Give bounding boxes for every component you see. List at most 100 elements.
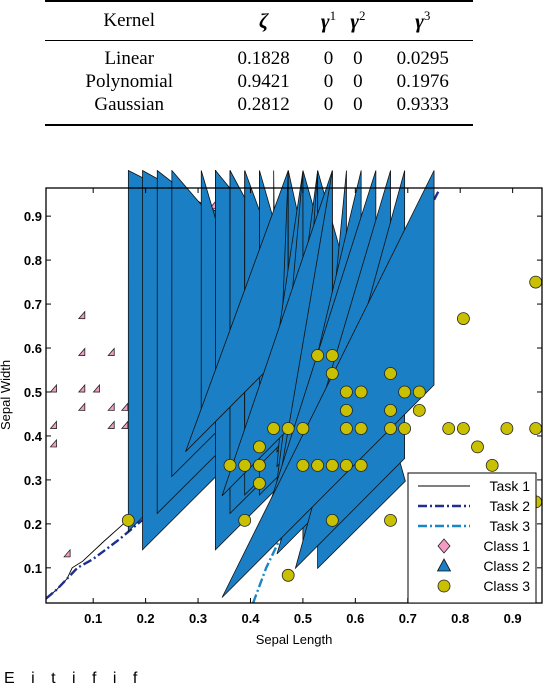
point-class-1 [107, 347, 115, 356]
point-class-3 [500, 422, 514, 435]
legend-label-task-3: Task 3 [490, 518, 531, 534]
header-kernel: Kernel [103, 10, 156, 31]
point-class-3 [311, 458, 325, 472]
header-zeta: ζ [259, 8, 269, 33]
table-header-row: Kernel ζ γ1 γ2 γ3 [45, 1, 473, 41]
point-class-1 [63, 548, 71, 558]
header-gamma-2-sup: 2 [358, 8, 366, 23]
y-tick-label: 0.7 [24, 297, 42, 312]
point-class-3 [281, 568, 295, 582]
cell-zeta: 0.1828 [237, 48, 290, 69]
point-class-1 [49, 420, 57, 429]
point-class-3 [325, 458, 339, 472]
plot-area: 0.1 0.2 0.3 0.4 0.5 0.6 0.7 0.8 0.9 0.1 0.2 0.3 0.4 0… [24, 170, 543, 626]
point-class-3 [238, 458, 252, 472]
y-tick-label: 0.3 [24, 473, 42, 488]
x-tick-label: 0.5 [294, 611, 312, 626]
point-class-3 [384, 367, 397, 380]
legend-label-task-2: Task 2 [490, 498, 531, 514]
header-gamma-1-sup: 1 [329, 8, 337, 23]
point-class-1 [49, 438, 57, 448]
caption-fragment: E i t i f i f [4, 670, 144, 684]
point-class-3 [412, 403, 426, 417]
point-class-3 [339, 422, 353, 435]
point-class-3 [354, 385, 368, 399]
y-tick-label: 0.1 [24, 561, 42, 576]
point-class-3 [296, 422, 310, 435]
point-class-3 [296, 458, 310, 472]
cell-gamma-3: 0.9333 [396, 94, 449, 115]
point-class-3 [339, 385, 353, 399]
point-class-1 [92, 383, 100, 393]
header-gamma-2-symbol: γ [350, 9, 359, 33]
y-tick-label: 0.4 [24, 429, 43, 444]
point-class-3 [325, 513, 339, 527]
point-class-3 [267, 422, 281, 435]
x-axis-label: Sepal Length [256, 632, 333, 647]
point-class-3 [485, 458, 499, 472]
point-class-1 [77, 383, 86, 393]
x-tick-label: 0.4 [241, 611, 260, 626]
header-gamma-2: γ2 [343, 1, 372, 41]
point-class-3 [354, 422, 368, 435]
y-axis-label: Sepal Width [0, 360, 13, 430]
point-class-3 [384, 422, 397, 435]
x-tick-label: 0.3 [189, 611, 207, 626]
point-class-3 [456, 312, 470, 326]
legend-label-task-1: Task 1 [490, 478, 531, 494]
point-class-3 [442, 422, 456, 435]
cell-gamma-2: 0 [353, 71, 363, 92]
point-class-3 [398, 422, 412, 435]
y-tick-label: 0.6 [24, 341, 42, 356]
legend-label-class-1: Class 1 [483, 538, 530, 554]
header-gamma-1-symbol: γ [320, 9, 330, 33]
point-class-3 [325, 367, 339, 380]
point-class-1 [77, 310, 86, 320]
cell-gamma-3: 0.1976 [396, 71, 449, 92]
point-class-3 [238, 513, 252, 527]
point-class-1 [77, 347, 86, 356]
y-tick-label: 0.9 [24, 209, 42, 224]
cell-gamma-1: 0 [323, 94, 334, 115]
scatter-chart: 0.1 0.2 0.3 0.4 0.5 0.6 0.7 0.8 0.9 0.1 0.2 0.3 0.4 0… [0, 170, 543, 647]
point-class-3 [456, 422, 470, 435]
cell-kernel: Gaussian [94, 94, 165, 115]
x-tick-label: 0.1 [84, 611, 102, 626]
cell-kernel: Polynomial [85, 71, 174, 92]
point-class-3 [529, 275, 543, 289]
point-class-3 [252, 476, 266, 490]
point-class-3 [311, 349, 325, 362]
point-class-3 [471, 440, 484, 454]
x-tick-label: 0.2 [137, 611, 155, 626]
legend-label-class-3: Class 3 [483, 578, 530, 594]
point-class-3 [398, 385, 412, 399]
point-class-1 [120, 420, 129, 429]
cell-gamma-1: 0 [323, 48, 334, 69]
point-class-1 [107, 420, 115, 429]
point-class-3 [121, 513, 135, 527]
table-row: Polynomial 0.9421 0 0 0.1976 [45, 70, 473, 93]
table-row: Linear 0.1828 0 0 0.0295 [45, 41, 473, 71]
header-gamma-3-sup: 3 [423, 8, 431, 23]
cell-gamma-3: 0.0295 [396, 48, 449, 69]
cell-kernel: Linear [104, 48, 155, 69]
legend-swatch-class-3 [437, 579, 451, 593]
point-class-3 [281, 422, 295, 435]
cell-gamma-1: 0 [323, 71, 334, 92]
cell-zeta: 0.2812 [237, 94, 290, 115]
table-row: Gaussian 0.2812 0 0 0.9333 [45, 93, 473, 125]
point-class-3 [223, 458, 237, 472]
legend-label-class-2: Class 2 [483, 558, 530, 574]
point-class-1 [107, 402, 115, 411]
point-class-3 [412, 385, 426, 399]
x-tick-label: 0.9 [504, 611, 522, 626]
x-tick-label: 0.8 [451, 611, 469, 626]
header-gamma-3-symbol: γ [415, 9, 424, 33]
point-class-3 [325, 349, 339, 362]
cell-zeta: 0.9421 [237, 71, 290, 92]
point-class-3 [252, 458, 266, 472]
kernel-results-table: Kernel ζ γ1 γ2 γ3 Linear 0.1828 0 0 0.02… [45, 0, 473, 126]
point-class-1 [120, 402, 129, 411]
results-table-container: Kernel ζ γ1 γ2 γ3 Linear 0.1828 0 0 0.02… [45, 0, 473, 126]
x-tick-label: 0.6 [346, 611, 364, 626]
